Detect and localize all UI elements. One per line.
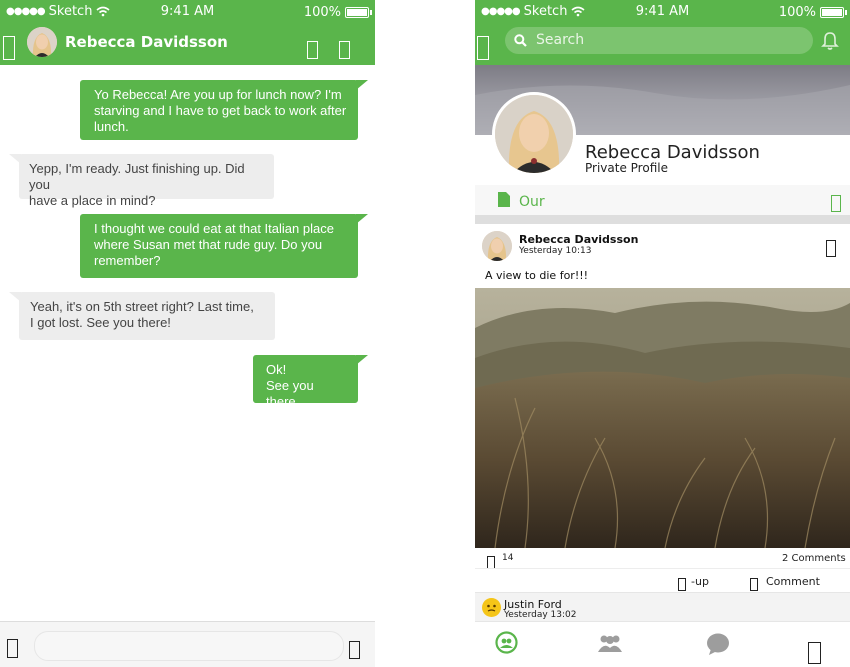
post-text: A view to die for!!! [485,269,589,282]
message-bubble-incoming[interactable]: Yepp, I'm ready. Just finishing up. Did … [9,154,274,208]
thumbs-up-button[interactable]: -up [691,575,709,588]
post-author-avatar[interactable] [482,231,512,261]
camera-icon[interactable] [7,639,18,658]
message-bubble-outgoing[interactable]: I thought we could eat at that Italian p… [80,214,368,278]
search-input[interactable]: Search [505,27,813,54]
video-icon[interactable] [339,41,350,59]
status-bar: ●●●●● Sketch 9:41 AM 100% [475,0,850,22]
battery-icon [820,7,847,18]
back-icon[interactable] [3,36,15,60]
search-placeholder: Search [536,32,585,48]
profile-icon[interactable] [808,642,821,664]
battery-percent: 100% [303,5,341,20]
divider [475,568,850,569]
divider [475,215,850,224]
phone-icon[interactable] [307,41,318,59]
more-icon[interactable] [826,240,836,257]
message-text: I thought we could eat at that Italian p… [94,221,334,268]
message-bubble-outgoing[interactable]: Yo Rebecca! Are you up for lunch now? I'… [80,80,368,140]
bubble-tail [9,154,21,164]
thumbs-up-icon[interactable] [678,578,686,591]
message-bubble-outgoing[interactable]: Ok! See you there. [253,355,368,409]
document-icon [498,192,510,207]
chat-header: Rebecca Davidsson [0,22,375,65]
avatar[interactable] [27,27,57,57]
post-photo[interactable] [475,288,850,548]
message-text: Yo Rebecca! Are you up for lunch now? I'… [94,87,347,134]
friends-icon[interactable] [597,634,623,652]
bubble-tail [9,292,21,302]
message-text: Ok! See you there. [266,362,314,409]
bubble-tail [356,80,368,90]
home-icon[interactable] [495,631,518,654]
chat-screen: ●●●●● Sketch 9:41 AM 100% Rebecca Davids… [0,0,375,667]
profile-screen: ●●●●● Sketch 9:41 AM 100% Search Rebecca… [475,0,850,667]
contact-name: Rebecca Davidsson [65,33,228,51]
back-icon[interactable] [477,36,489,60]
comments-count[interactable]: 2 Comments [782,553,846,564]
send-icon[interactable] [349,641,360,659]
message-bubble-incoming[interactable]: Yeah, it's on 5th street right? Last tim… [9,292,275,340]
comment-icon[interactable] [750,578,758,591]
like-count: 14 [502,553,514,563]
profile-pager: Our [475,185,850,216]
bubble-tail [356,355,368,365]
profile-subtitle: Private Profile [585,161,668,175]
comment-row: Justin Ford Yesterday 13:02 [475,593,850,621]
status-bar: ●●●●● Sketch 9:41 AM 100% [0,0,375,22]
bubble-tail [356,214,368,224]
profile-avatar[interactable] [492,92,576,176]
post-author[interactable]: Rebecca Davidsson [519,233,638,246]
profile-header: Search [475,22,850,65]
comment-time: Yesterday 13:02 [504,610,577,620]
message-input[interactable] [34,631,344,661]
bell-icon[interactable] [821,31,839,51]
battery-icon [345,7,372,18]
commenter-avatar[interactable] [482,598,501,617]
battery-percent: 100% [778,5,816,20]
message-composer [0,621,375,667]
next-icon[interactable] [831,195,841,212]
chat-icon[interactable] [706,633,730,656]
post-time: Yesterday 10:13 [519,246,592,256]
message-list: Yo Rebecca! Are you up for lunch now? I'… [0,65,375,621]
profile-name: Rebecca Davidsson [585,142,760,163]
tab-our[interactable]: Our [519,194,545,210]
comment-button[interactable]: Comment [766,575,820,588]
search-icon [514,34,527,47]
message-text: Yeah, it's on 5th street right? Last tim… [30,299,254,330]
message-text: Yepp, I'm ready. Just finishing up. Did … [29,161,245,208]
bottom-tab-bar [475,621,850,667]
